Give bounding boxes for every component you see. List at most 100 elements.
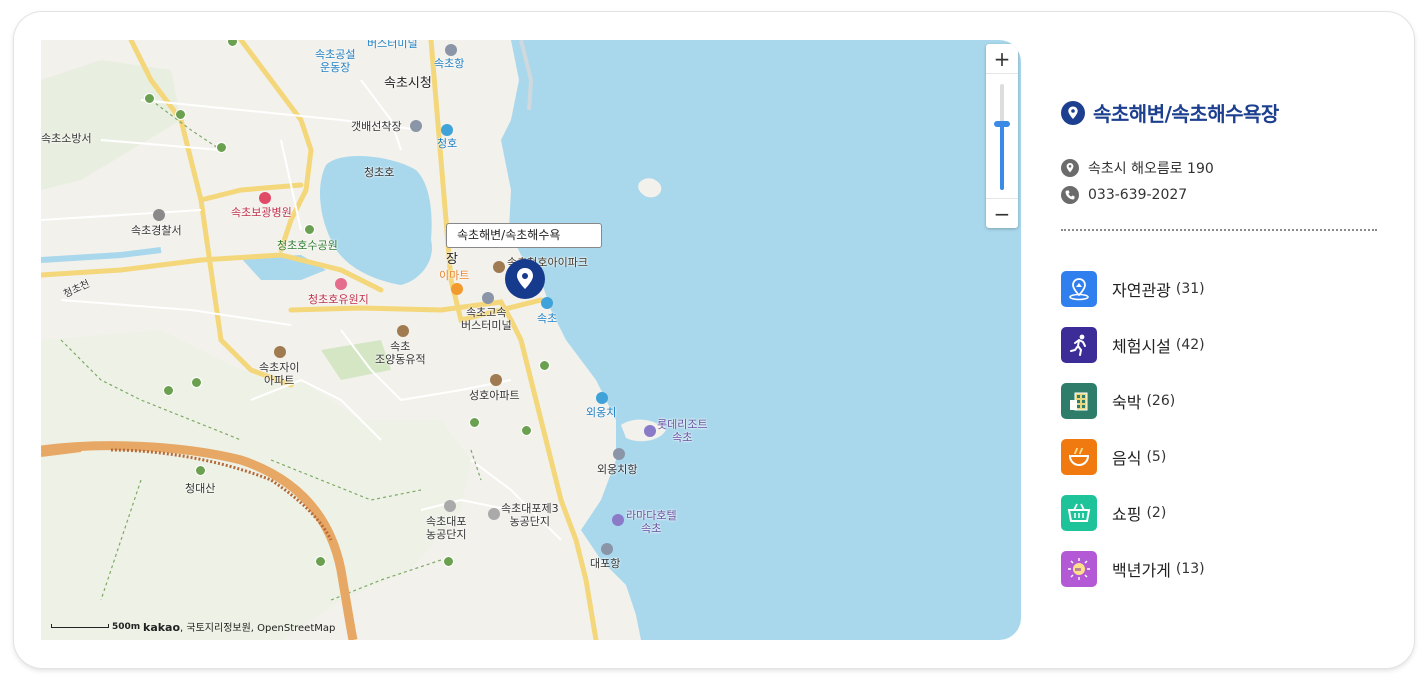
- label-sokcho-beach: 속초: [537, 312, 558, 325]
- zoom-slider-handle[interactable]: [994, 121, 1010, 127]
- hospital-icon: [259, 192, 271, 204]
- category-label: 백년가게: [1112, 561, 1171, 580]
- mountain-icon: [144, 93, 155, 104]
- label-jai-apt: 속초자이 아파트: [259, 361, 300, 387]
- map-base: [41, 40, 666, 640]
- zoom-control: + −: [986, 44, 1018, 228]
- category-shopping[interactable]: 쇼핑 (2): [1061, 495, 1166, 531]
- ferry-icon: [410, 120, 422, 132]
- address-row: 속초시 해오름로 190: [1061, 158, 1214, 178]
- label-lake-park: 청초호수공원: [277, 239, 338, 252]
- category-label: 숙박: [1112, 393, 1142, 412]
- factory-icon: [444, 500, 456, 512]
- mountain-icon: [304, 224, 315, 235]
- label-police: 속초경찰서: [131, 224, 182, 237]
- mountain-icon: [175, 109, 186, 120]
- mountain-icon: [315, 556, 326, 567]
- basket-icon: [1061, 495, 1097, 531]
- label-daepo-port: 대포항: [590, 557, 621, 570]
- location-pin-icon: [1061, 100, 1085, 125]
- category-experience[interactable]: 체험시설 (42): [1061, 327, 1205, 363]
- category-count: (5): [1146, 449, 1167, 465]
- hotel-icon: [612, 514, 624, 526]
- bus-icon: [445, 44, 457, 56]
- zoom-level-fill: [1000, 124, 1004, 190]
- category-nature[interactable]: 자연관광 (31): [1061, 271, 1205, 307]
- label-cheongdaesan: 청대산: [185, 482, 216, 495]
- mountain-icon: [216, 142, 227, 153]
- category-lodging[interactable]: 숙박 (26): [1061, 383, 1175, 419]
- place-title: 속초해변/속초해수욕장: [1093, 102, 1279, 126]
- map-attribution: kakao, 국토지리정보원, OpenStreetMap: [143, 619, 335, 634]
- mountain-icon: [191, 377, 202, 388]
- police-icon: [153, 209, 165, 221]
- bowl-icon: [1061, 439, 1097, 475]
- label-ramada: 라마다호텔 속초: [626, 509, 677, 535]
- label-jang: 장: [446, 252, 458, 267]
- attribution-brand: kakao: [143, 621, 181, 634]
- beach-icon: [596, 392, 608, 404]
- category-century-store[interactable]: 백년가게 (13): [1061, 551, 1205, 587]
- port-icon: [613, 448, 625, 460]
- location-marker[interactable]: [504, 258, 546, 304]
- label-ferry: 갯배선착장: [351, 120, 402, 133]
- category-label: 음식: [1112, 449, 1142, 468]
- phone-text: 033-639-2027: [1088, 187, 1188, 203]
- label-daepo-complex: 속초대포 농공단지: [426, 515, 467, 541]
- mountain-pin-icon: [1061, 271, 1097, 307]
- heritage-icon: [397, 325, 409, 337]
- mountain-icon: [443, 556, 454, 567]
- category-count: (31): [1175, 281, 1205, 297]
- label-bus-terminal-top: 버스터미널: [367, 40, 418, 50]
- title-row: 속초해변/속초해수욕장: [1061, 98, 1279, 127]
- label-oeongchi-port: 외옹치항: [597, 463, 638, 476]
- apartment-icon: [274, 346, 286, 358]
- mart-icon: [451, 283, 463, 295]
- category-count: (13): [1175, 561, 1205, 577]
- category-label: 자연관광: [1112, 281, 1171, 300]
- label-daepo-complex3: 속초대포제3 농공단지: [501, 502, 559, 528]
- label-amusement: 청초호유원지: [308, 293, 369, 306]
- scale-bar: [51, 624, 109, 628]
- category-count: (42): [1175, 337, 1205, 353]
- zoom-in-button[interactable]: +: [986, 44, 1018, 74]
- map-view[interactable]: 버스터미널 속초공설 운동장 속초시청 속초항 갯배선착장 청호 속초소방서 청…: [41, 40, 1021, 640]
- location-pin-icon: [505, 259, 545, 299]
- mountain-icon: [539, 360, 550, 371]
- phone-icon: [1061, 186, 1079, 204]
- label-sports-field: 속초공설 운동장: [315, 48, 356, 74]
- ship-icon: [441, 124, 453, 136]
- label-emart: 이마트: [439, 269, 470, 282]
- label-oeongchi: 외옹치: [586, 406, 617, 419]
- building-icon: [1061, 383, 1097, 419]
- running-person-icon: [1061, 327, 1097, 363]
- mountain-icon: [469, 417, 480, 428]
- label-port: 속초항: [434, 57, 465, 70]
- category-count: (2): [1146, 505, 1167, 521]
- label-historic-site: 속초 조양동유적: [375, 340, 426, 366]
- label-city-hall: 속초시청: [384, 76, 432, 91]
- port-icon: [601, 543, 613, 555]
- label-fire-station: 속초소방서: [41, 132, 92, 145]
- hundred-badge-icon: [1061, 551, 1097, 587]
- category-food[interactable]: 음식 (5): [1061, 439, 1166, 475]
- label-cheongcho-lake: 청초호: [364, 166, 395, 179]
- mountain-icon: [163, 385, 174, 396]
- label-cheongho: 청호: [437, 137, 458, 150]
- zoom-out-button[interactable]: −: [986, 198, 1018, 228]
- factory-icon: [488, 508, 500, 520]
- category-label: 체험시설: [1112, 337, 1171, 356]
- place-tooltip[interactable]: 속초해변/속초해수욕: [446, 223, 602, 248]
- category-count: (26): [1146, 393, 1176, 409]
- label-seongho-apt: 성호아파트: [469, 389, 520, 402]
- scale-distance: 500m: [112, 622, 141, 632]
- mountain-icon: [521, 425, 532, 436]
- category-label: 쇼핑: [1112, 505, 1142, 524]
- attribution-rest: , 국토지리정보원, OpenStreetMap: [180, 623, 336, 634]
- bus-terminal-icon: [482, 292, 494, 304]
- hotel-icon: [644, 425, 656, 437]
- label-lotte-resort: 롯데리조트 속초: [657, 418, 708, 444]
- address-text: 속초시 해오름로 190: [1088, 161, 1214, 177]
- label-express-bus: 속초고속 버스터미널: [461, 306, 512, 332]
- mountain-icon: [195, 465, 206, 476]
